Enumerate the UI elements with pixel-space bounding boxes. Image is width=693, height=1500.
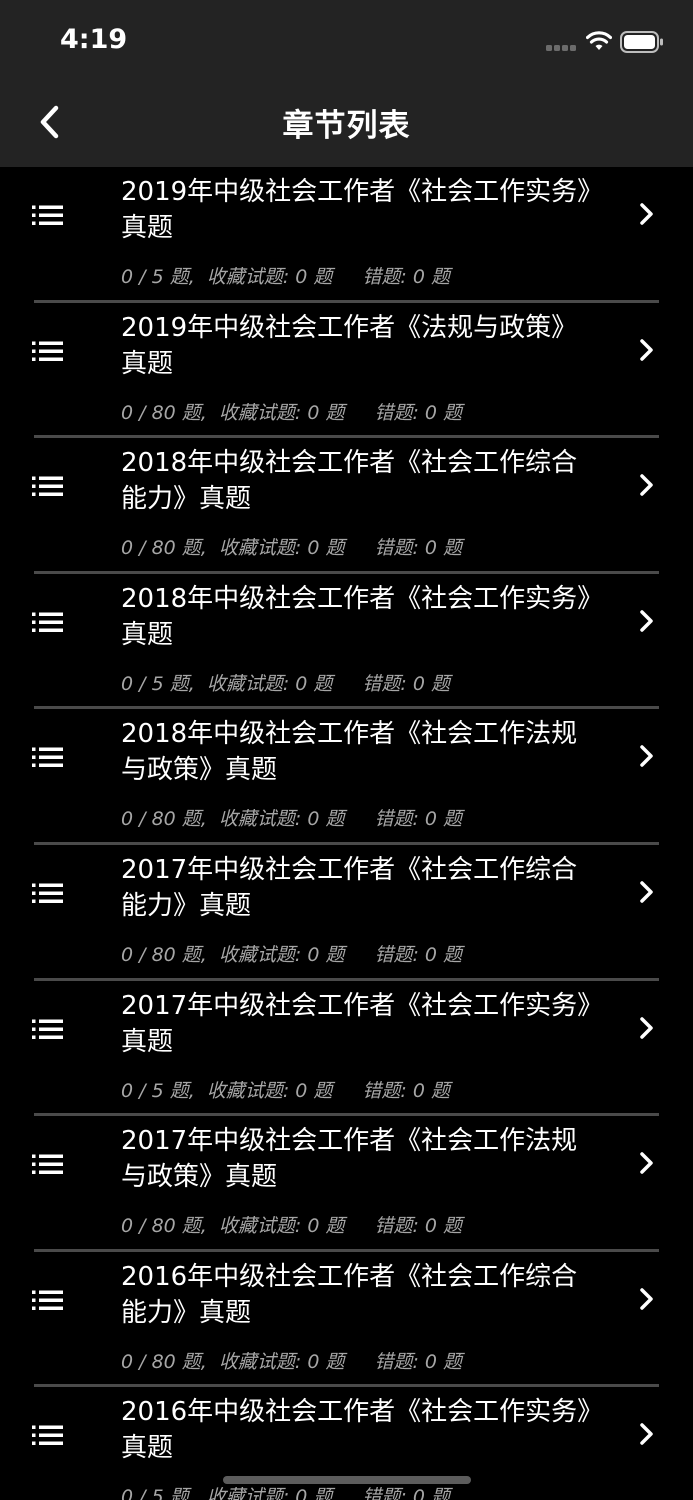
chapter-wrong-count: 错题: 0 题: [374, 1215, 463, 1238]
list-icon: [32, 747, 63, 768]
chapter-wrong-count: 错题: 0 题: [374, 808, 463, 831]
chevron-right-icon: [640, 203, 653, 225]
list-icon: [32, 341, 63, 361]
chapter-list: 2019年中级社会工作者《社会工作实务》真题 0 / 5 题, 收藏试题: 0 题…: [0, 167, 693, 1500]
chapter-stats: 0 / 5 题, 收藏试题: 0 题 错题: 0 题: [121, 264, 450, 290]
signal-icon: [546, 45, 576, 51]
chevron-right-icon: [640, 1288, 653, 1310]
list-icon: [32, 205, 63, 225]
chapter-title: 2018年中级社会工作者《社会工作综合能力》真题: [121, 448, 578, 515]
chapter-progress: 0 / 80 题, 收藏试题: 0 题: [121, 808, 345, 831]
chapter-wrong-count: 错题: 0 题: [374, 537, 463, 560]
chapter-row[interactable]: 2018年中级社会工作者《社会工作法规与政策》真题 0 / 80 题, 收藏试题:…: [0, 709, 693, 845]
chapter-title: 2017年中级社会工作者《社会工作实务》真题: [121, 990, 591, 1057]
chapter-progress: 0 / 5 题, 收藏试题: 0 题: [121, 266, 333, 288]
home-indicator[interactable]: [223, 1476, 471, 1484]
battery-icon: [620, 31, 663, 53]
chapter-progress: 0 / 5 题, 收藏试题: 0 题: [121, 1486, 333, 1500]
chapter-wrong-count: 错题: 0 题: [374, 1350, 463, 1373]
chevron-right-icon: [640, 338, 653, 361]
chapter-title: 2017年中级社会工作者《社会工作综合能力》真题: [121, 854, 578, 921]
chapter-row[interactable]: 2017年中级社会工作者《社会工作综合能力》真题 0 / 80 题, 收藏试题: …: [0, 845, 693, 981]
list-icon: [32, 883, 63, 903]
chapter-title: 2019年中级社会工作者《法规与政策》真题: [121, 312, 578, 379]
chevron-right-icon: [640, 881, 653, 903]
chapter-row[interactable]: 2017年中级社会工作者《社会工作实务》真题 0 / 5 题, 收藏试题: 0 题…: [0, 981, 693, 1117]
chevron-right-icon: [640, 1152, 653, 1174]
chapter-row[interactable]: 2019年中级社会工作者《法规与政策》真题 0 / 80 题, 收藏试题: 0 题…: [0, 303, 693, 439]
chapter-wrong-count: 错题: 0 题: [374, 943, 463, 966]
chapter-wrong-count: 错题: 0 题: [362, 1079, 450, 1102]
page-title: 章节列表: [282, 108, 411, 144]
chapter-row[interactable]: 2017年中级社会工作者《社会工作法规与政策》真题 0 / 80 题, 收藏试题:…: [0, 1116, 693, 1252]
chapter-progress: 0 / 80 题, 收藏试题: 0 题: [121, 943, 345, 966]
chapter-stats: 0 / 80 题, 收藏试题: 0 题 错题: 0 题: [121, 1349, 462, 1375]
chapter-stats: 0 / 80 题, 收藏试题: 0 题 错题: 0 题: [121, 1213, 462, 1239]
chapter-wrong-count: 错题: 0 题: [362, 266, 450, 288]
chapter-row[interactable]: 2018年中级社会工作者《社会工作综合能力》真题 0 / 80 题, 收藏试题: …: [0, 438, 693, 574]
chapter-title: 2019年中级社会工作者《社会工作实务》真题: [121, 177, 591, 243]
chapter-stats: 0 / 80 题, 收藏试题: 0 题 错题: 0 题: [121, 400, 462, 426]
chapter-progress: 0 / 80 题, 收藏试题: 0 题: [121, 401, 345, 424]
list-icon: [32, 1154, 63, 1175]
chapter-progress: 0 / 5 题, 收藏试题: 0 题: [121, 1079, 333, 1102]
chevron-right-icon: [640, 1423, 653, 1446]
chapter-wrong-count: 错题: 0 题: [374, 401, 463, 424]
chapter-progress: 0 / 80 题, 收藏试题: 0 题: [121, 537, 345, 560]
chapter-row[interactable]: 2019年中级社会工作者《社会工作实务》真题 0 / 5 题, 收藏试题: 0 题…: [0, 167, 693, 303]
list-icon: [32, 1019, 63, 1039]
chapter-progress: 0 / 5 题, 收藏试题: 0 题: [121, 672, 333, 695]
chevron-right-icon: [640, 610, 653, 632]
chapter-progress: 0 / 80 题, 收藏试题: 0 题: [121, 1215, 345, 1238]
chapter-row[interactable]: 2016年中级社会工作者《社会工作综合能力》真题 0 / 80 题, 收藏试题: …: [0, 1252, 693, 1388]
chevron-right-icon: [640, 745, 653, 768]
wifi-icon: [586, 31, 612, 50]
chapter-title: 2016年中级社会工作者《社会工作实务》真题: [121, 1397, 591, 1464]
chapter-wrong-count: 错题: 0 题: [362, 1486, 450, 1500]
chapter-wrong-count: 错题: 0 题: [362, 672, 450, 695]
chapter-stats: 0 / 80 题, 收藏试题: 0 题 错题: 0 题: [121, 806, 462, 832]
chapter-title: 2016年中级社会工作者《社会工作综合能力》真题: [121, 1261, 578, 1328]
chapter-title: 2017年中级社会工作者《社会工作法规与政策》真题: [121, 1126, 578, 1193]
nav-bar: 章节列表: [0, 80, 693, 167]
list-icon: [32, 1425, 63, 1446]
status-bar: 4:19: [0, 0, 693, 80]
chapter-title: 2018年中级社会工作者《社会工作法规与政策》真题: [121, 719, 578, 786]
status-time: 4:19: [60, 24, 128, 55]
list-icon: [32, 1290, 63, 1310]
chapter-title: 2018年中级社会工作者《社会工作实务》真题: [121, 583, 591, 650]
chevron-right-icon: [640, 474, 653, 496]
list-icon: [32, 612, 63, 632]
chapter-stats: 0 / 80 题, 收藏试题: 0 题 错题: 0 题: [121, 535, 462, 561]
chevron-right-icon: [640, 1016, 653, 1039]
chapter-stats: 0 / 80 题, 收藏试题: 0 题 错题: 0 题: [121, 942, 462, 968]
chapter-row[interactable]: 2018年中级社会工作者《社会工作实务》真题 0 / 5 题, 收藏试题: 0 题…: [0, 574, 693, 710]
chapter-stats: 0 / 5 题, 收藏试题: 0 题 错题: 0 题: [121, 671, 450, 697]
chapter-progress: 0 / 80 题, 收藏试题: 0 题: [121, 1350, 345, 1373]
chapter-stats: 0 / 5 题, 收藏试题: 0 题 错题: 0 题: [121, 1078, 450, 1104]
list-icon: [32, 476, 63, 497]
chapter-stats: 0 / 5 题, 收藏试题: 0 题 错题: 0 题: [121, 1484, 450, 1500]
